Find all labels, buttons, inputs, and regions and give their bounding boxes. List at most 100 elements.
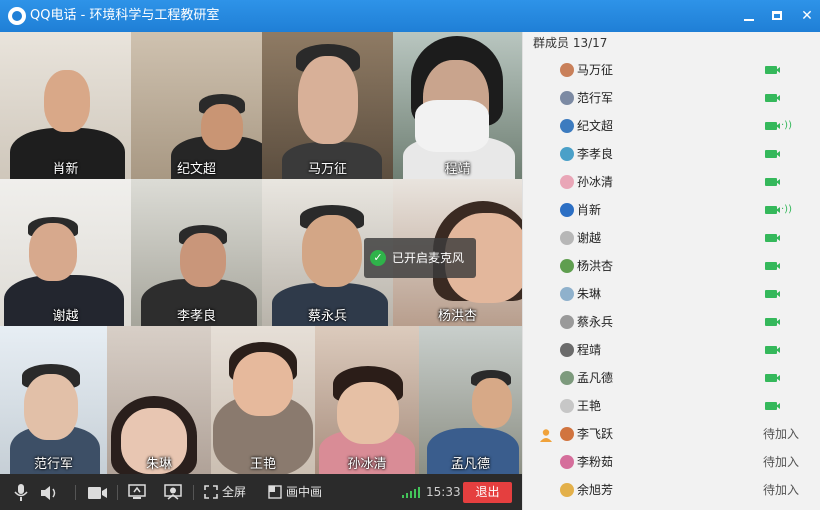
- avatar: [560, 231, 574, 245]
- maximize-button[interactable]: [766, 6, 788, 26]
- fullscreen-button[interactable]: 全屏: [204, 474, 250, 510]
- video-tile[interactable]: 纪文超: [131, 32, 262, 179]
- member-panel: 群成员 13/17 马万征 范行军 纪文超 ·)) 李孝良 孙冰清 肖新 ·)) 谢越 杨洪杏 朱琳…: [522, 32, 820, 510]
- pip-label: 画中画: [286, 485, 323, 499]
- person-silhouette: [233, 352, 293, 416]
- member-name: 纪文超: [577, 119, 614, 133]
- member-item[interactable]: 孙冰清: [523, 168, 820, 196]
- member-status: 待加入: [763, 455, 800, 469]
- toast-text: 已开启麦克风: [392, 251, 465, 265]
- member-item[interactable]: 蔡永兵: [523, 308, 820, 336]
- video-tile[interactable]: 王艳: [211, 326, 315, 474]
- camera-on-icon: [765, 150, 780, 158]
- member-name: 肖新: [577, 203, 602, 217]
- signal-strength-icon: [402, 486, 422, 498]
- window-title: QQ电话 - 环境科学与工程教研室: [30, 8, 220, 23]
- member-item[interactable]: 李孝良: [523, 140, 820, 168]
- member-name: 余旭芳: [577, 483, 614, 497]
- microphone-icon: [14, 484, 28, 501]
- avatar: [560, 147, 574, 161]
- minimize-button[interactable]: [738, 6, 760, 26]
- film-icon: [164, 484, 182, 500]
- video-tile[interactable]: 孟凡德: [419, 326, 522, 474]
- participant-name: 朱琳: [145, 457, 172, 472]
- participant-name: 范行军: [33, 457, 73, 472]
- video-tile[interactable]: 朱琳: [107, 326, 211, 474]
- participant-name: 李孝良: [176, 309, 216, 324]
- member-name: 谢越: [577, 231, 602, 245]
- member-item[interactable]: 程靖: [523, 336, 820, 364]
- member-name: 杨洪杏: [577, 259, 614, 273]
- close-button[interactable]: ✕: [796, 6, 818, 26]
- video-tile[interactable]: 马万征: [262, 32, 393, 179]
- avatar: [560, 287, 574, 301]
- speaking-icon: ·)): [781, 204, 792, 215]
- member-name: 朱琳: [577, 287, 602, 301]
- participant-name: 谢越: [52, 309, 79, 324]
- member-item[interactable]: 朱琳: [523, 280, 820, 308]
- camera-on-icon: [765, 318, 780, 326]
- member-name: 孙冰清: [577, 175, 614, 189]
- member-item[interactable]: 李粉茹 待加入: [523, 448, 820, 476]
- member-item[interactable]: 余旭芳 待加入: [523, 476, 820, 504]
- member-item[interactable]: 孟凡德: [523, 364, 820, 392]
- camera-button[interactable]: [88, 474, 108, 510]
- avatar: [560, 483, 574, 497]
- title-bar[interactable]: QQ电话 - 环境科学与工程教研室 ✕: [0, 0, 820, 32]
- avatar: [560, 175, 574, 189]
- camera-on-icon: [765, 262, 780, 270]
- screen-share-button[interactable]: [128, 474, 148, 510]
- minimize-icon: [744, 19, 754, 21]
- camera-on-icon: [765, 122, 780, 130]
- call-duration: 15:33: [426, 485, 461, 499]
- avatar: [560, 427, 574, 441]
- member-item[interactable]: 纪文超 ·)): [523, 112, 820, 140]
- member-item[interactable]: 王艳: [523, 392, 820, 420]
- person-silhouette: [44, 70, 90, 132]
- camera-on-icon: [765, 402, 780, 410]
- camera-on-icon: [765, 346, 780, 354]
- participant-name: 王艳: [249, 457, 276, 472]
- member-name: 蔡永兵: [577, 315, 614, 329]
- exit-call-button[interactable]: 退出: [463, 482, 512, 503]
- member-status: 待加入: [763, 427, 800, 441]
- mic-enabled-toast: ✓ 已开启麦克风: [364, 238, 476, 278]
- member-name: 范行军: [577, 91, 614, 105]
- close-icon: ✕: [801, 8, 813, 24]
- member-name: 王艳: [577, 399, 602, 413]
- member-item[interactable]: 马万征: [523, 56, 820, 84]
- speaker-button[interactable]: [40, 474, 62, 510]
- mic-button[interactable]: [12, 474, 30, 510]
- camera-on-icon: [765, 178, 780, 186]
- call-toolbar: 全屏 画中画 15:33 退出: [0, 474, 522, 510]
- inviter-icon: [539, 427, 553, 442]
- person-silhouette: [472, 378, 512, 428]
- avatar: [560, 91, 574, 105]
- video-tile[interactable]: 肖新: [0, 32, 131, 179]
- camera-on-icon: [765, 374, 780, 382]
- member-item[interactable]: 谢越: [523, 224, 820, 252]
- member-name: 程靖: [577, 343, 602, 357]
- member-name: 孟凡德: [577, 371, 614, 385]
- toolbar-divider: [117, 485, 118, 500]
- participant-name: 孟凡德: [450, 457, 490, 472]
- qq-call-window: QQ电话 - 环境科学与工程教研室 ✕ 肖新 纪文超 马万征 程靖 谢越 李孝良…: [0, 0, 820, 510]
- participant-name: 纪文超: [176, 162, 216, 177]
- toolbar-divider: [193, 485, 194, 500]
- video-tile[interactable]: 谢越: [0, 179, 131, 326]
- speaking-icon: ·)): [781, 120, 792, 131]
- video-tile[interactable]: 范行军: [0, 326, 107, 474]
- person-silhouette: [302, 215, 362, 287]
- avatar: [560, 259, 574, 273]
- video-tile[interactable]: 程靖: [393, 32, 522, 179]
- video-tile[interactable]: 李孝良: [131, 179, 262, 326]
- member-item[interactable]: 杨洪杏: [523, 252, 820, 280]
- member-item[interactable]: 李飞跃 待加入: [523, 420, 820, 448]
- picture-in-picture-button[interactable]: 画中画: [268, 474, 328, 510]
- video-tile[interactable]: 孙冰清: [315, 326, 419, 474]
- video-effects-button[interactable]: [164, 474, 184, 510]
- member-item[interactable]: 范行军: [523, 84, 820, 112]
- person-silhouette: [29, 223, 77, 281]
- member-item[interactable]: 肖新 ·)): [523, 196, 820, 224]
- fullscreen-label: 全屏: [222, 485, 247, 499]
